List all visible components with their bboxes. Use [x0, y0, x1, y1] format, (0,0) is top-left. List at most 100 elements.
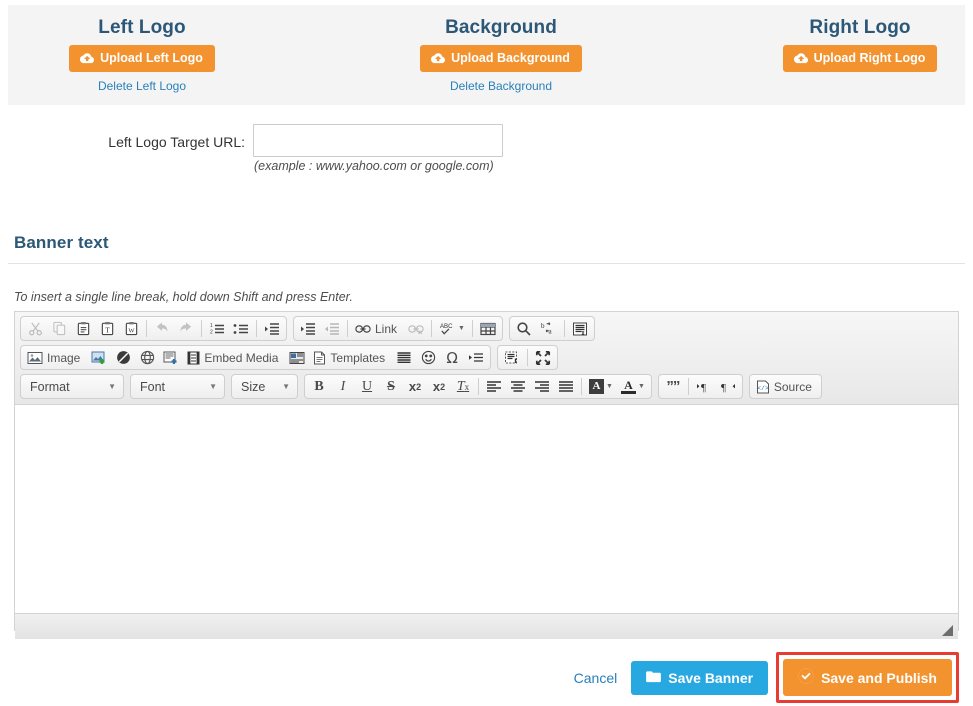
editor-content-area[interactable] [15, 405, 958, 613]
font-select[interactable]: Font ▼ [130, 374, 225, 399]
text-color-swatch: A [589, 379, 604, 394]
smiley-icon[interactable] [417, 347, 439, 368]
background-title: Background [389, 16, 613, 40]
subscript-icon[interactable]: x2 [404, 376, 426, 397]
save-banner-button[interactable]: Save Banner [631, 661, 768, 695]
toolbar-separator [347, 320, 348, 337]
undo-icon[interactable] [151, 318, 173, 339]
text-color-icon[interactable]: A ▼ [586, 376, 616, 397]
ltr-icon[interactable]: ¶ [693, 376, 715, 397]
source-icon[interactable]: </> Source [753, 376, 818, 397]
paste-icon[interactable] [72, 318, 94, 339]
copy-icon[interactable] [48, 318, 70, 339]
italic-glyph: I [341, 379, 346, 395]
background-column: Background Upload Background Delete Back… [389, 5, 613, 93]
rich-text-editor: T W 12 [14, 311, 959, 631]
clipboard-undo-list-group: T W 12 [20, 316, 287, 341]
paste-word-icon[interactable]: W [120, 318, 142, 339]
logo-upload-panel: Left Logo Upload Left Logo Delete Left L… [8, 5, 965, 105]
chevron-down-icon: ▼ [108, 382, 116, 391]
cancel-button[interactable]: Cancel [574, 670, 618, 686]
toolbar-separator [256, 320, 257, 337]
image-add-icon[interactable] [88, 347, 110, 368]
svg-text:T: T [105, 325, 110, 334]
upload-left-logo-button[interactable]: Upload Left Logo [69, 45, 215, 72]
media-embed-icon[interactable] [286, 347, 308, 368]
paste-text-icon[interactable]: T [96, 318, 118, 339]
flash-icon[interactable] [112, 347, 134, 368]
superscript-icon[interactable]: x2 [428, 376, 450, 397]
toolbar-row-1: T W 12 [17, 314, 956, 343]
left-logo-column: Left Logo Upload Left Logo Delete Left L… [30, 5, 254, 93]
align-center-icon[interactable] [507, 376, 529, 397]
unlink-icon[interactable] [405, 318, 427, 339]
bg-color-icon[interactable]: A ▼ [618, 376, 648, 397]
cloud-upload-icon [431, 52, 445, 64]
strikethrough-icon[interactable]: S [380, 376, 402, 397]
insert-group: Image Embed Media [20, 345, 491, 370]
maximize-icon[interactable] [532, 347, 554, 368]
remove-format-icon[interactable]: Tx [452, 376, 474, 397]
spellcheck-icon[interactable]: ABC ▼ [436, 318, 468, 339]
link-icon[interactable]: Link [352, 318, 403, 339]
superscript-glyph: x [433, 379, 440, 394]
check-circle-icon [798, 668, 814, 687]
outdent-icon[interactable] [321, 318, 343, 339]
numbered-list-icon[interactable]: 12 [206, 318, 228, 339]
rtl-icon[interactable]: ¶ [717, 376, 739, 397]
banner-text-heading: Banner text [14, 233, 109, 253]
right-logo-column: Right Logo Upload Right Logo [748, 5, 972, 79]
blockquote-icon[interactable]: ”” [662, 376, 684, 397]
svg-text:</>: </> [757, 384, 769, 391]
increase-indent-icon[interactable] [261, 318, 283, 339]
format-select[interactable]: Format ▼ [20, 374, 124, 399]
page-insert-icon[interactable] [160, 347, 182, 368]
bg-color-swatch: A [621, 379, 636, 394]
embed-media-icon[interactable]: Embed Media [184, 347, 284, 368]
toolbar-separator [431, 320, 432, 337]
delete-background-link[interactable]: Delete Background [389, 79, 613, 93]
size-select-label: Size [241, 380, 265, 394]
iframe-globe-icon[interactable] [136, 347, 158, 368]
toolbar-separator [581, 378, 582, 395]
decrease-indent-icon[interactable] [297, 318, 319, 339]
special-char-icon[interactable]: Ω [441, 347, 463, 368]
templates-icon[interactable]: Templates [310, 347, 391, 368]
editor-toolbar: T W 12 [15, 312, 958, 405]
delete-left-logo-link[interactable]: Delete Left Logo [30, 79, 254, 93]
templates-label: Templates [330, 351, 385, 365]
cut-icon[interactable] [24, 318, 46, 339]
cloud-upload-icon [80, 52, 94, 64]
justify-icon[interactable] [555, 376, 577, 397]
chevron-down-icon: ▼ [209, 382, 217, 391]
select-all-icon[interactable] [569, 318, 591, 339]
bold-icon[interactable]: B [308, 376, 330, 397]
replace-icon[interactable]: ba [537, 318, 560, 339]
table-icon[interactable] [477, 318, 499, 339]
view-group [497, 345, 558, 370]
page-break-icon[interactable] [465, 347, 487, 368]
show-blocks-icon[interactable] [501, 347, 523, 368]
indent-link-table-group: Link ABC ▼ [293, 316, 503, 341]
upload-background-button[interactable]: Upload Background [420, 45, 582, 72]
align-right-icon[interactable] [531, 376, 553, 397]
upload-right-logo-button[interactable]: Upload Right Logo [783, 45, 938, 72]
save-and-publish-button[interactable]: Save and Publish [783, 659, 952, 696]
italic-icon[interactable]: I [332, 376, 354, 397]
resize-grip-icon[interactable] [942, 624, 953, 635]
left-logo-url-input[interactable] [253, 124, 503, 157]
image-icon[interactable]: Image [24, 347, 86, 368]
horizontal-rule-icon[interactable] [393, 347, 415, 368]
align-left-icon[interactable] [483, 376, 505, 397]
bulleted-list-icon[interactable] [230, 318, 252, 339]
action-bar: Cancel Save Banner Save and Publish [574, 652, 959, 703]
search-icon[interactable] [513, 318, 535, 339]
svg-text:ABC: ABC [440, 323, 453, 330]
redo-icon[interactable] [175, 318, 197, 339]
size-select[interactable]: Size ▼ [231, 374, 298, 399]
publish-highlight-box: Save and Publish [776, 652, 959, 703]
upload-right-logo-label: Upload Right Logo [814, 51, 926, 65]
toolbar-separator [201, 320, 202, 337]
underline-icon[interactable]: U [356, 376, 378, 397]
svg-text:1: 1 [210, 323, 213, 329]
